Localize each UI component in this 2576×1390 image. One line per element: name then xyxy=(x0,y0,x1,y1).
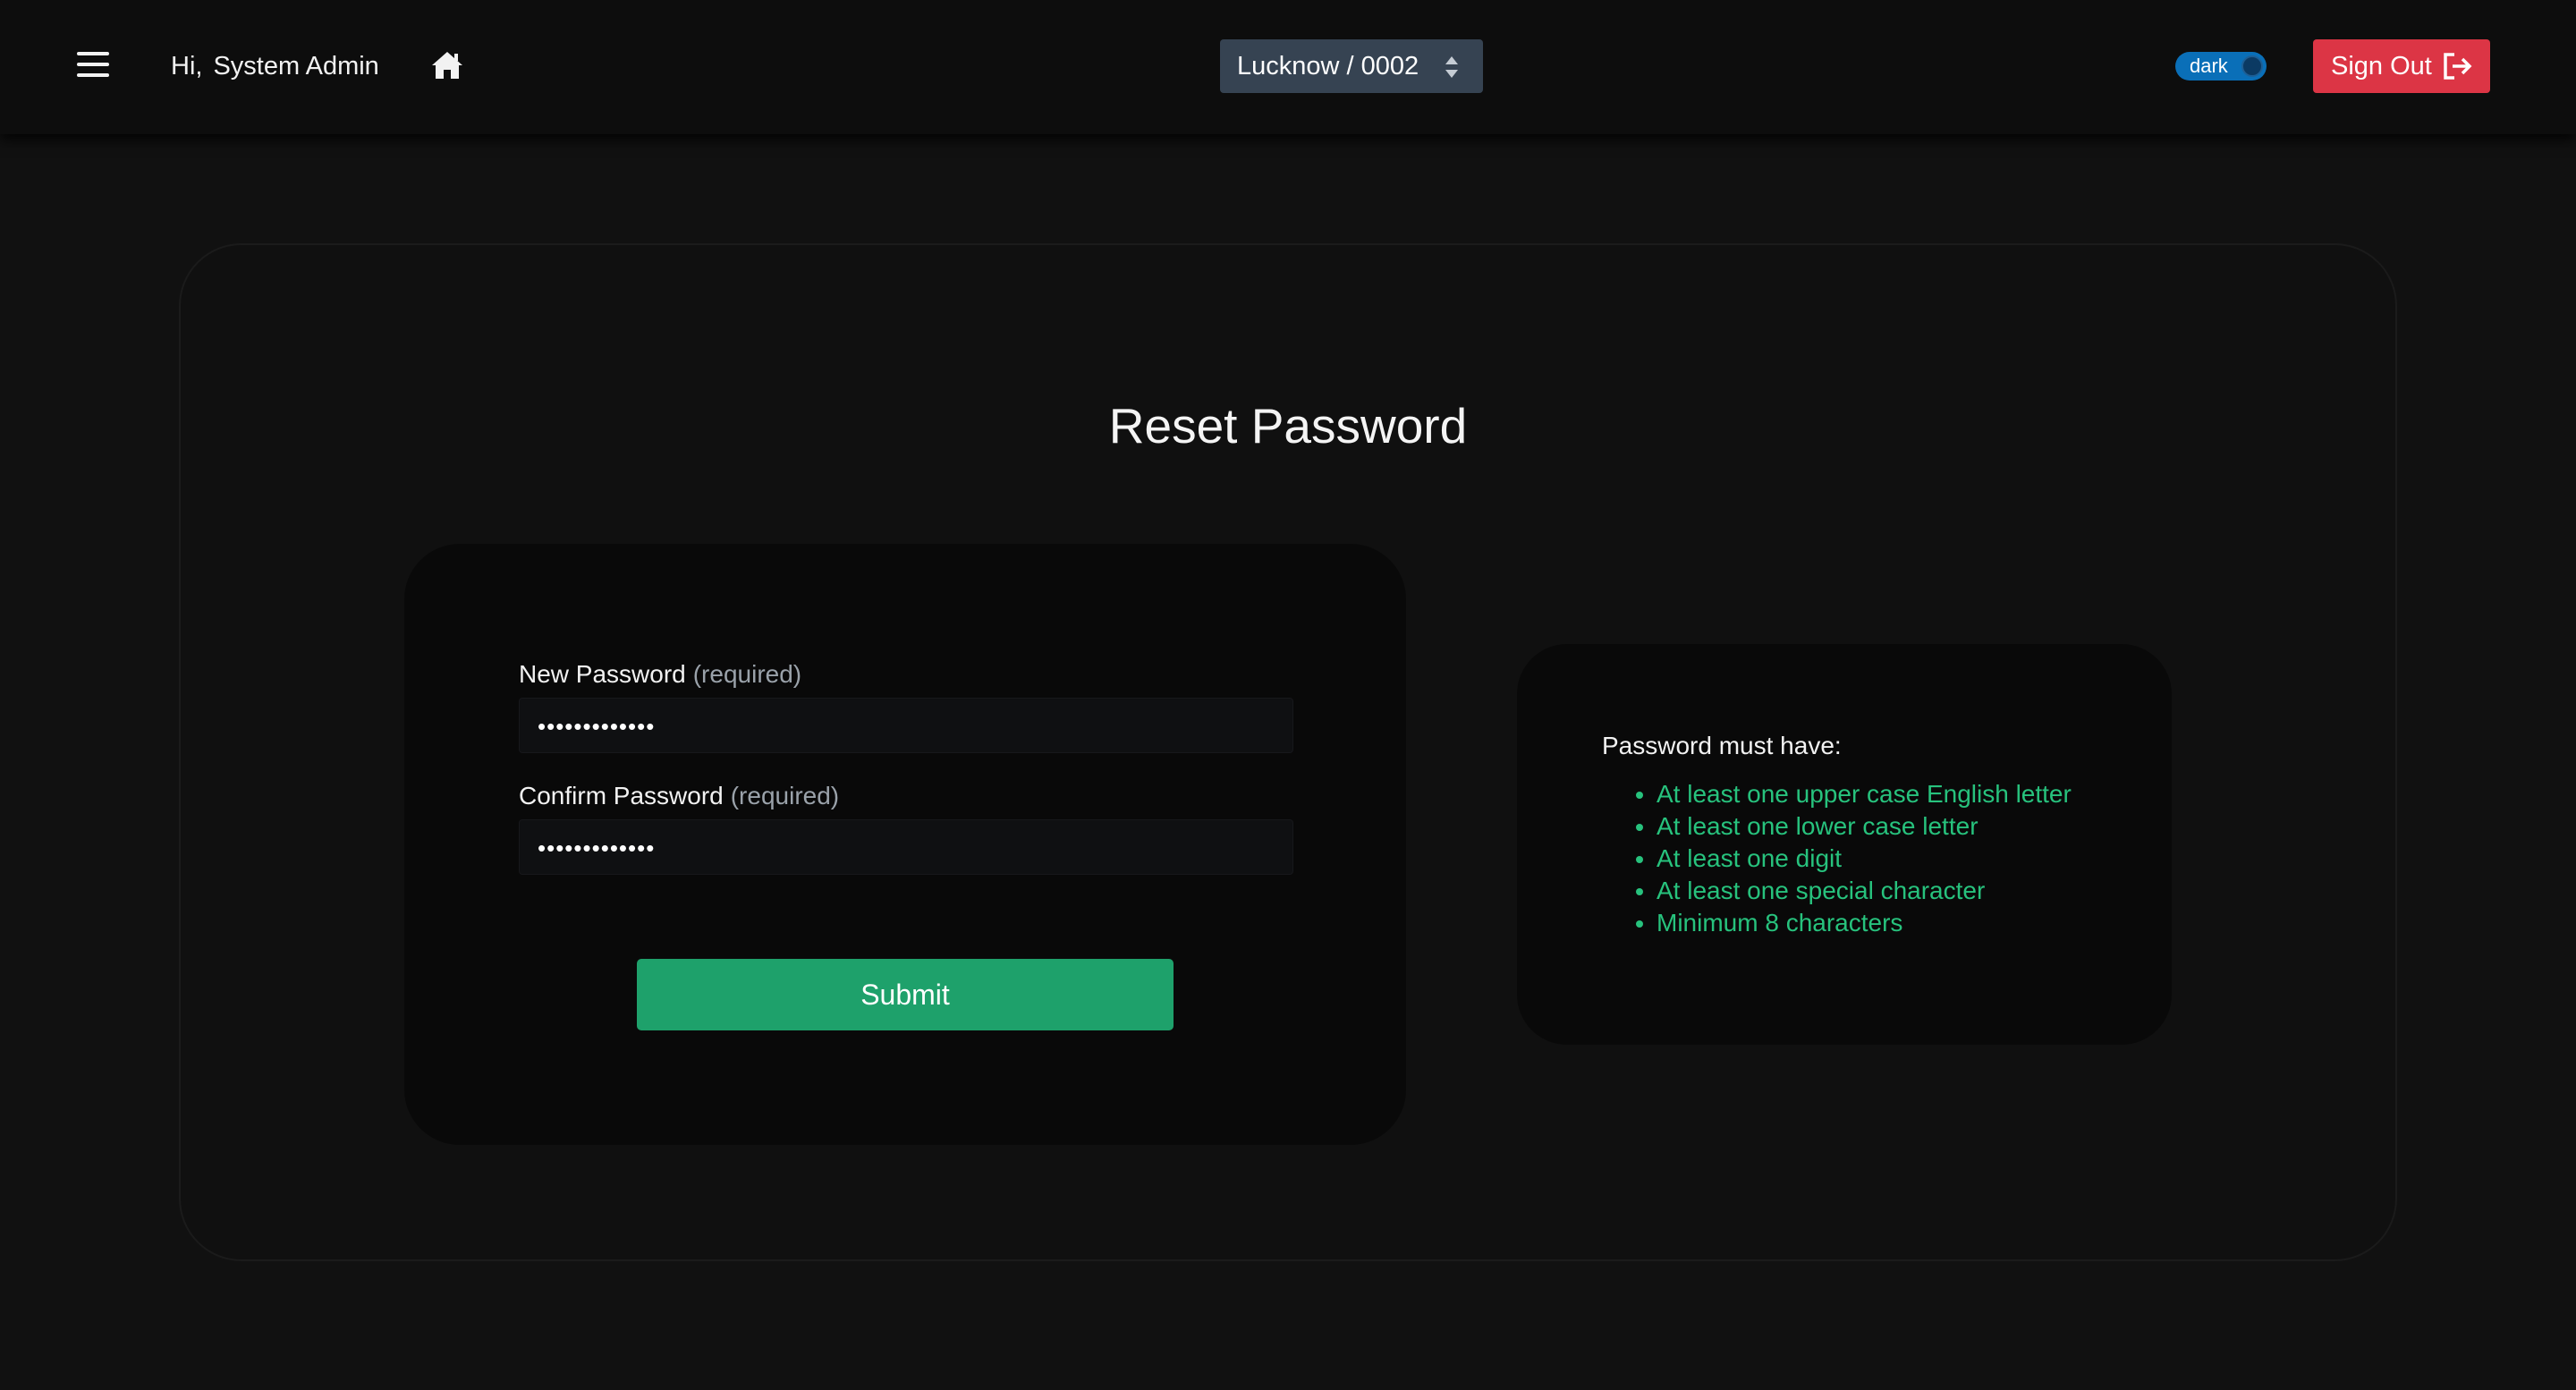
new-password-required-hint: (required) xyxy=(692,660,802,688)
user-name: System Admin xyxy=(213,52,379,81)
confirm-password-required-hint: (required) xyxy=(730,782,840,809)
sign-out-button[interactable]: Sign Out xyxy=(2313,39,2490,93)
new-password-input[interactable]: ••••••••••••• xyxy=(519,698,1293,753)
hamburger-menu-icon[interactable] xyxy=(77,52,109,79)
requirement-item: Minimum 8 characters xyxy=(1657,907,2072,939)
top-navbar: Hi, System Admin Lucknow / 0002 dark Sign… xyxy=(0,0,2576,134)
branch-selector[interactable]: Lucknow / 0002 xyxy=(1220,39,1483,93)
requirement-item: At least one special character xyxy=(1657,875,2072,907)
new-password-label: New Password (required) xyxy=(519,658,801,691)
greeting-prefix: Hi, xyxy=(171,52,203,81)
password-requirements-list: At least one upper case English letter A… xyxy=(1626,778,2072,939)
toggle-knob xyxy=(2241,55,2263,77)
branch-selector-value: Lucknow / 0002 xyxy=(1237,52,1419,81)
home-icon[interactable] xyxy=(430,50,464,81)
confirm-password-label-text: Confirm Password xyxy=(519,782,724,809)
requirement-item: At least one upper case English letter xyxy=(1657,778,2072,810)
confirm-password-input[interactable]: ••••••••••••• xyxy=(519,819,1293,875)
theme-toggle[interactable]: dark xyxy=(2175,52,2267,81)
user-greeting: Hi, System Admin xyxy=(171,47,379,86)
submit-button[interactable]: Submit xyxy=(637,959,1174,1030)
sign-out-label: Sign Out xyxy=(2331,52,2432,81)
page-title: Reset Password xyxy=(1108,398,1468,453)
password-requirements-heading: Password must have: xyxy=(1602,732,1842,759)
sign-out-icon xyxy=(2444,53,2472,80)
theme-toggle-label: dark xyxy=(2190,55,2228,77)
chevron-up-down-icon xyxy=(1445,56,1458,78)
new-password-label-text: New Password xyxy=(519,660,686,688)
requirement-item: At least one lower case letter xyxy=(1657,810,2072,843)
confirm-password-label: Confirm Password (required) xyxy=(519,780,839,812)
requirement-item: At least one digit xyxy=(1657,843,2072,875)
